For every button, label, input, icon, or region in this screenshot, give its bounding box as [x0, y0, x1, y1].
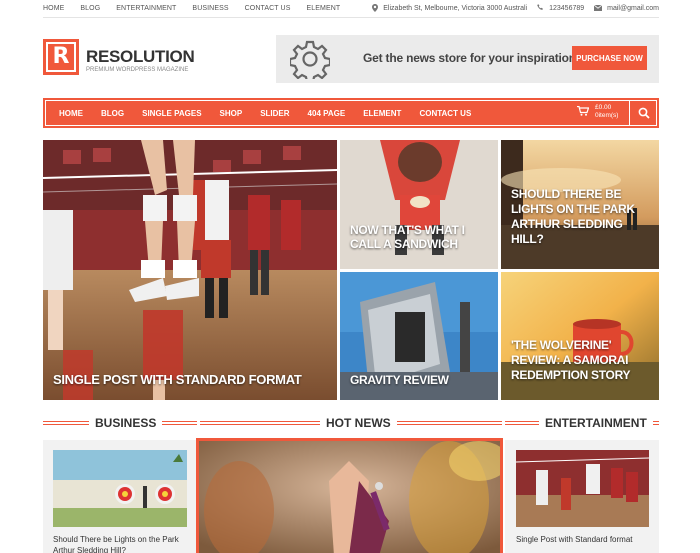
- hero-gravity-tile[interactable]: GRAVITY REVIEW: [340, 272, 498, 400]
- hero-sandwich-tile[interactable]: NOW THAT'S WHAT I CALL A SANDWICH: [340, 140, 498, 269]
- gear-icon: [290, 40, 330, 79]
- header-banner: Get the news store for your inspiration!…: [276, 35, 659, 83]
- archery-image: [53, 450, 187, 527]
- top-nav-home[interactable]: HOME: [43, 5, 64, 12]
- top-nav-element[interactable]: ELEMENT: [306, 5, 340, 12]
- celebration-image: [199, 441, 500, 553]
- address-text: Elizabeth St, Melbourne, Victoria 3000 A…: [383, 5, 528, 12]
- cart-widget[interactable]: £0.00 0item(s): [577, 104, 618, 120]
- phone-icon: [537, 4, 544, 13]
- cart-count: 0item(s): [595, 112, 619, 119]
- hot-news-title[interactable]: HOT NEWS: [320, 416, 397, 430]
- business-header: BUSINESS: [43, 416, 197, 430]
- top-nav-business[interactable]: BUSINESS: [192, 5, 228, 12]
- map-pin-icon: [372, 3, 379, 14]
- hero-gravity-caption[interactable]: GRAVITY REVIEW: [350, 373, 449, 387]
- banner-text: Get the news store for your inspiration!: [363, 51, 580, 65]
- site-title[interactable]: RESOLUTION: [86, 47, 195, 67]
- nav-divider: [629, 101, 630, 125]
- business-card[interactable]: Should There be Lights on the Park Arthu…: [43, 440, 197, 553]
- phone-text: 123456789: [549, 5, 585, 12]
- top-nav-blog[interactable]: BLOG: [80, 5, 100, 12]
- site-tagline: PREMIUM WORDPRESS MAGAZINE: [86, 67, 189, 73]
- address-item: Elizabeth St, Melbourne, Victoria 3000 A…: [372, 3, 528, 14]
- entertainment-post-title[interactable]: Single Post with Standard format: [516, 534, 650, 545]
- purchase-now-button[interactable]: PURCHASE NOW: [572, 46, 647, 70]
- business-post-title[interactable]: Should There be Lights on the Park Arthu…: [53, 534, 187, 553]
- envelope-icon: [593, 4, 603, 13]
- nav-404-page[interactable]: 404 PAGE: [308, 109, 346, 118]
- top-nav-contact-us[interactable]: CONTACT US: [245, 5, 291, 12]
- email-text[interactable]: mail@gmail.com: [607, 5, 659, 12]
- nav-shop[interactable]: SHOP: [220, 109, 243, 118]
- logo[interactable]: R: [43, 39, 79, 75]
- search-icon[interactable]: [638, 107, 650, 119]
- hero-wolverine-caption[interactable]: 'THE WOLVERINE' REVIEW: A SAMORAI REDEMP…: [511, 338, 651, 383]
- nav-home[interactable]: HOME: [59, 109, 83, 118]
- top-bar: HOME BLOG ENTERTAINMENT BUSINESS CONTACT…: [43, 0, 659, 18]
- hot-news-header: HOT NEWS: [200, 416, 502, 430]
- contact-info: Elizabeth St, Melbourne, Victoria 3000 A…: [362, 3, 659, 14]
- hero-wolverine-tile[interactable]: 'THE WOLVERINE' REVIEW: A SAMORAI REDEMP…: [501, 272, 659, 400]
- nav-blog[interactable]: BLOG: [101, 109, 124, 118]
- nav-single-pages[interactable]: SINGLE PAGES: [142, 109, 201, 118]
- entertainment-card[interactable]: Single Post with Standard format: [505, 440, 659, 553]
- hero-park-tile[interactable]: SHOULD THERE BE LIGHTS ON THE PARK ARTHU…: [501, 140, 659, 269]
- cart-amount: £0.00: [595, 104, 612, 111]
- nav-contact-us[interactable]: CONTACT US: [419, 109, 471, 118]
- nav-slider[interactable]: SLIDER: [260, 109, 289, 118]
- hero-sandwich-caption[interactable]: NOW THAT'S WHAT I CALL A SANDWICH: [350, 223, 470, 251]
- entertainment-header: ENTERTAINMENT: [505, 416, 659, 430]
- volleyball-image: [43, 140, 337, 400]
- email-item: mail@gmail.com: [593, 4, 659, 13]
- hero-main-tile[interactable]: SINGLE POST WITH STANDARD FORMAT: [43, 140, 337, 400]
- phone-item: 123456789: [537, 4, 584, 13]
- nav-element[interactable]: ELEMENT: [363, 109, 401, 118]
- top-nav-entertainment[interactable]: ENTERTAINMENT: [116, 5, 176, 12]
- main-nav: HOME BLOG SINGLE PAGES SHOP SLIDER 404 P…: [43, 98, 659, 128]
- volleyball-thumb-image: [516, 450, 649, 527]
- hero-park-caption[interactable]: SHOULD THERE BE LIGHTS ON THE PARK ARTHU…: [511, 187, 641, 247]
- business-title[interactable]: BUSINESS: [89, 416, 163, 430]
- cart-icon: [577, 105, 590, 119]
- entertainment-title[interactable]: ENTERTAINMENT: [539, 416, 653, 430]
- hero-main-caption[interactable]: SINGLE POST WITH STANDARD FORMAT: [53, 372, 302, 387]
- hot-news-tile[interactable]: [196, 438, 503, 553]
- logo-letter: R: [46, 42, 76, 72]
- top-nav: HOME BLOG ENTERTAINMENT BUSINESS CONTACT…: [43, 5, 356, 12]
